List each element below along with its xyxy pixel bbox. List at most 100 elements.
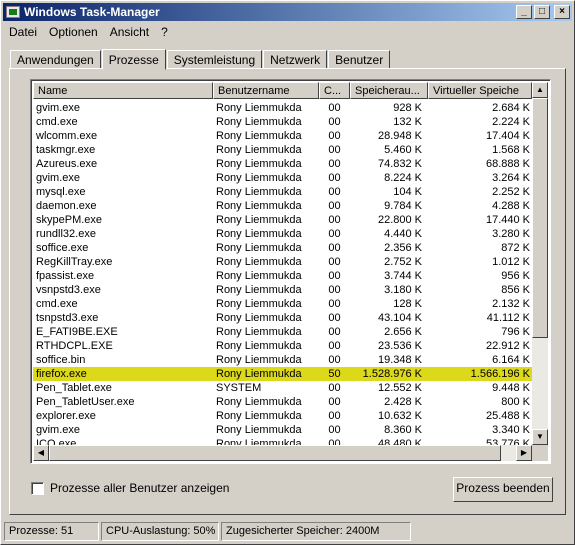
process-row[interactable]: rundll32.exe Rony Liemmukda 00 4.440 K 3.280… — [33, 227, 532, 241]
minimize-button[interactable]: _ — [516, 5, 532, 19]
process-virtual-memory: 956 K — [501, 270, 530, 282]
process-virtual-memory: 1.012 K — [492, 256, 530, 268]
tab-netzwerk[interactable]: Netzwerk — [263, 50, 328, 69]
process-name: rundll32.exe — [36, 228, 96, 240]
process-user: Rony Liemmukda — [216, 200, 302, 212]
process-row[interactable]: firefox.exe Rony Liemmukda 50 1.528.976 K 1.… — [33, 367, 532, 381]
show-all-processes-checkbox[interactable] — [31, 481, 44, 495]
scroll-down-button[interactable]: ▼ — [532, 429, 548, 445]
process-user: Rony Liemmukda — [216, 424, 302, 436]
process-list[interactable]: Name Benutzername C... Speicherau... Vir… — [30, 79, 551, 464]
column-header-user[interactable]: Benutzername — [213, 82, 319, 99]
process-row[interactable]: soffice.exe Rony Liemmukda 00 2.356 K 872 K — [33, 241, 532, 255]
menu-ansicht[interactable]: Ansicht — [104, 23, 155, 41]
process-row[interactable]: daemon.exe Rony Liemmukda 00 9.784 K 4.288 K — [33, 199, 532, 213]
process-user: Rony Liemmukda — [216, 354, 302, 366]
process-virtual-memory: 3.280 K — [492, 228, 530, 240]
show-all-processes-option[interactable]: Prozesse aller Benutzer anzeigen — [31, 481, 229, 495]
column-header-name[interactable]: Name — [33, 82, 213, 99]
end-process-button[interactable]: Prozess beenden — [453, 477, 553, 502]
process-memory: 28.948 K — [377, 130, 422, 142]
horizontal-scroll-thumb[interactable] — [49, 445, 501, 461]
process-row[interactable]: tsnpstd3.exe Rony Liemmukda 00 43.104 K 41.1… — [33, 311, 532, 325]
process-memory: 928 K — [393, 102, 422, 114]
process-virtual-memory: 2.224 K — [492, 116, 530, 128]
process-cpu: 00 — [328, 312, 341, 324]
process-row[interactable]: RTHDCPL.EXE Rony Liemmukda 00 23.536 K 22.91… — [33, 339, 532, 353]
process-name: gvim.exe — [36, 102, 81, 114]
process-row[interactable]: gvim.exe Rony Liemmukda 00 8.360 K 3.340 K — [33, 423, 532, 437]
process-row[interactable]: cmd.exe Rony Liemmukda 00 128 K 2.132 K — [33, 297, 532, 311]
status-process-count: Prozesse: 51 — [4, 522, 99, 541]
maximize-button[interactable]: □ — [534, 5, 550, 19]
menu-optionen[interactable]: Optionen — [43, 23, 104, 41]
tab-benutzer[interactable]: Benutzer — [328, 50, 391, 69]
process-memory: 12.552 K — [377, 382, 422, 394]
title-bar[interactable]: Windows Task-Manager _ □ × — [3, 3, 572, 21]
process-user: Rony Liemmukda — [216, 368, 302, 380]
scroll-left-button[interactable]: ◀ — [33, 445, 49, 461]
tab-systemleistung[interactable]: Systemleistung — [166, 50, 263, 69]
process-memory: 132 K — [393, 116, 422, 128]
horizontal-scrollbar[interactable]: ◀ ▶ — [33, 445, 532, 461]
process-virtual-memory: 2.132 K — [492, 298, 530, 310]
process-memory: 74.832 K — [377, 158, 422, 170]
process-virtual-memory: 1.566.196 K — [470, 368, 530, 380]
process-row[interactable]: cmd.exe Rony Liemmukda 00 132 K 2.224 K — [33, 115, 532, 129]
process-cpu: 00 — [328, 326, 341, 338]
process-memory: 2.752 K — [384, 256, 422, 268]
process-row[interactable]: skypePM.exe Rony Liemmukda 00 22.800 K 17.44… — [33, 213, 532, 227]
process-row[interactable]: Pen_TabletUser.exe Rony Liemmukda 00 2.428 … — [33, 395, 532, 409]
process-user: Rony Liemmukda — [216, 326, 302, 338]
column-header-virtual-memory[interactable]: Virtueller Speiche — [428, 82, 532, 99]
process-memory: 2.656 K — [384, 326, 422, 338]
process-user: Rony Liemmukda — [216, 256, 302, 268]
scroll-up-button[interactable]: ▲ — [532, 82, 548, 98]
column-header-cpu[interactable]: C... — [319, 82, 350, 99]
process-name: wlcomm.exe — [36, 130, 98, 142]
process-name: cmd.exe — [36, 298, 78, 310]
process-row[interactable]: E_FATI9BE.EXE Rony Liemmukda 00 2.656 K 796 … — [33, 325, 532, 339]
process-row[interactable]: fpassist.exe Rony Liemmukda 00 3.744 K 956 K — [33, 269, 532, 283]
process-row[interactable]: gvim.exe Rony Liemmukda 00 8.224 K 3.264 K — [33, 171, 532, 185]
process-memory: 2.428 K — [384, 396, 422, 408]
process-user: Rony Liemmukda — [216, 312, 302, 324]
process-row[interactable]: RegKillTray.exe Rony Liemmukda 00 2.752 K 1.… — [33, 255, 532, 269]
close-button[interactable]: × — [554, 5, 570, 19]
menu-datei[interactable]: Datei — [3, 23, 43, 41]
process-name: vsnpstd3.exe — [36, 284, 101, 296]
process-cpu: 00 — [328, 186, 341, 198]
process-row[interactable]: wlcomm.exe Rony Liemmukda 00 28.948 K 17.404… — [33, 129, 532, 143]
process-row[interactable]: vsnpstd3.exe Rony Liemmukda 00 3.180 K 856 K — [33, 283, 532, 297]
menu-help[interactable]: ? — [155, 23, 174, 41]
tab-anwendungen[interactable]: Anwendungen — [10, 50, 101, 69]
process-memory: 9.784 K — [384, 200, 422, 212]
process-name: cmd.exe — [36, 116, 78, 128]
process-cpu: 00 — [328, 284, 341, 296]
process-name: Pen_TabletUser.exe — [36, 396, 135, 408]
scroll-corner — [532, 445, 548, 461]
process-virtual-memory: 4.288 K — [492, 200, 530, 212]
process-user: Rony Liemmukda — [216, 228, 302, 240]
process-name: gvim.exe — [36, 424, 81, 436]
process-row[interactable]: mysql.exe Rony Liemmukda 00 104 K 2.252 K — [33, 185, 532, 199]
window-title: Windows Task-Manager — [24, 5, 160, 19]
process-cpu: 00 — [328, 172, 341, 184]
process-row[interactable]: gvim.exe Rony Liemmukda 00 928 K 2.684 K — [33, 101, 532, 115]
process-row[interactable]: explorer.exe Rony Liemmukda 00 10.632 K 25.4… — [33, 409, 532, 423]
process-row[interactable]: soffice.bin Rony Liemmukda 00 19.348 K 6.164… — [33, 353, 532, 367]
process-user: Rony Liemmukda — [216, 214, 302, 226]
show-all-processes-label: Prozesse aller Benutzer anzeigen — [50, 481, 230, 495]
column-header-memory[interactable]: Speicherau... — [350, 82, 428, 99]
process-virtual-memory: 3.340 K — [492, 424, 530, 436]
scroll-right-button[interactable]: ▶ — [516, 445, 532, 461]
process-row[interactable]: Pen_Tablet.exe SYSTEM 00 12.552 K 9.448 K — [33, 381, 532, 395]
vertical-scrollbar[interactable]: ▲ ▼ — [532, 82, 548, 445]
vertical-scroll-thumb[interactable] — [532, 98, 548, 338]
process-memory: 23.536 K — [377, 340, 422, 352]
process-name: soffice.bin — [36, 354, 86, 366]
process-row[interactable]: Azureus.exe Rony Liemmukda 00 74.832 K 68.88… — [33, 157, 532, 171]
process-row[interactable]: taskmgr.exe Rony Liemmukda 00 5.460 K 1.568 … — [33, 143, 532, 157]
process-cpu: 00 — [328, 130, 341, 142]
tab-prozesse[interactable]: Prozesse — [101, 49, 166, 70]
